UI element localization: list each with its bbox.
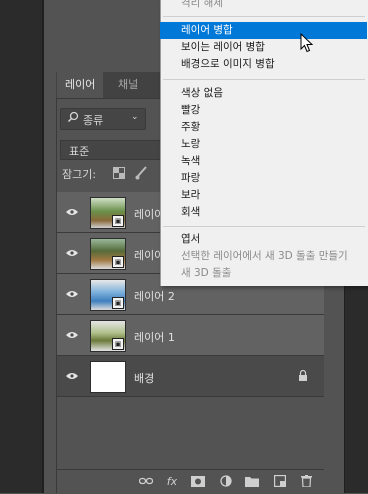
smart-object-badge-icon: ▣ <box>112 338 124 350</box>
menu-item-merge-layers[interactable]: 레이어 병합 <box>160 22 367 39</box>
layer-thumbnail <box>90 361 126 393</box>
layer-filter-select[interactable]: 종류 ⌄ <box>60 108 146 130</box>
left-canvas-area <box>0 0 42 493</box>
fx-effects-icon[interactable]: fx <box>164 474 180 488</box>
menu-separator <box>163 16 365 17</box>
new-layer-icon[interactable] <box>272 474 288 488</box>
lock-transparent-icon[interactable] <box>113 167 125 182</box>
adjustment-layer-icon[interactable] <box>218 474 234 488</box>
lock-icon <box>298 369 308 384</box>
smart-object-badge-icon: ▣ <box>112 215 124 227</box>
menu-item-color-yellow[interactable]: 노랑 <box>160 136 367 153</box>
layer-thumbnail: ▣ <box>90 320 126 352</box>
blend-mode-select[interactable]: 표준 <box>60 140 162 160</box>
link-layers-icon[interactable] <box>138 474 154 488</box>
chevron-down-icon: ⌄ <box>131 112 139 122</box>
layer-thumbnail: ▣ <box>90 238 126 270</box>
divider <box>42 0 44 493</box>
visibility-eye-icon[interactable] <box>60 274 84 314</box>
menu-item-color-red[interactable]: 빨강 <box>160 102 367 119</box>
menu-item-color-orange[interactable]: 주황 <box>160 119 367 136</box>
add-mask-icon[interactable] <box>190 474 206 488</box>
mouse-pointer-icon <box>300 32 314 56</box>
menu-item-color-none[interactable]: 색상 없음 <box>160 85 367 102</box>
smart-object-badge-icon: ▣ <box>112 256 124 268</box>
blend-mode-value: 표준 <box>69 145 90 158</box>
layer-name[interactable]: 배경 <box>134 370 154 386</box>
menu-separator <box>163 79 365 80</box>
brush-icon[interactable] <box>135 166 147 183</box>
smart-object-badge-icon: ▣ <box>112 297 124 309</box>
layer-name[interactable]: 레이어 2 <box>134 288 175 304</box>
menu-item-release-isolation[interactable]: 격리 해제 <box>160 0 367 12</box>
tab-channels[interactable]: 채널 <box>110 72 146 98</box>
layer-thumbnail: ▣ <box>90 279 126 311</box>
menu-item-postcard[interactable]: 엽서 <box>160 231 367 248</box>
lock-label: 잠그기: <box>62 168 97 181</box>
menu-item-merge-visible[interactable]: 보이는 레이어 병합 <box>160 39 367 56</box>
menu-item-color-violet[interactable]: 보라 <box>160 187 367 204</box>
trash-icon[interactable] <box>298 474 314 488</box>
menu-separator <box>163 226 365 227</box>
visibility-eye-icon[interactable] <box>60 233 84 273</box>
visibility-eye-icon[interactable] <box>60 356 84 396</box>
menu-item-flatten-image[interactable]: 배경으로 이미지 병합 <box>160 56 367 73</box>
menu-item-color-blue[interactable]: 파랑 <box>160 170 367 187</box>
layer-thumbnail: ▣ <box>90 197 126 229</box>
menu-item-color-green[interactable]: 녹색 <box>160 153 367 170</box>
folder-icon[interactable] <box>244 474 260 488</box>
visibility-eye-icon[interactable] <box>60 315 84 355</box>
tab-layers[interactable]: 레이어 <box>57 72 104 98</box>
menu-item-3d-extrusion-from-selected[interactable]: 선택한 레이어에서 새 3D 돌출 만들기 <box>160 248 367 265</box>
visibility-eye-icon[interactable] <box>60 192 84 232</box>
filter-label: 종류 <box>83 114 104 127</box>
search-icon <box>67 111 79 126</box>
layer-name[interactable]: 레이어 1 <box>134 329 175 345</box>
menu-item-new-3d-extrusion[interactable]: 새 3D 돌출 <box>160 265 367 282</box>
menu-item-color-gray[interactable]: 회색 <box>160 204 367 221</box>
